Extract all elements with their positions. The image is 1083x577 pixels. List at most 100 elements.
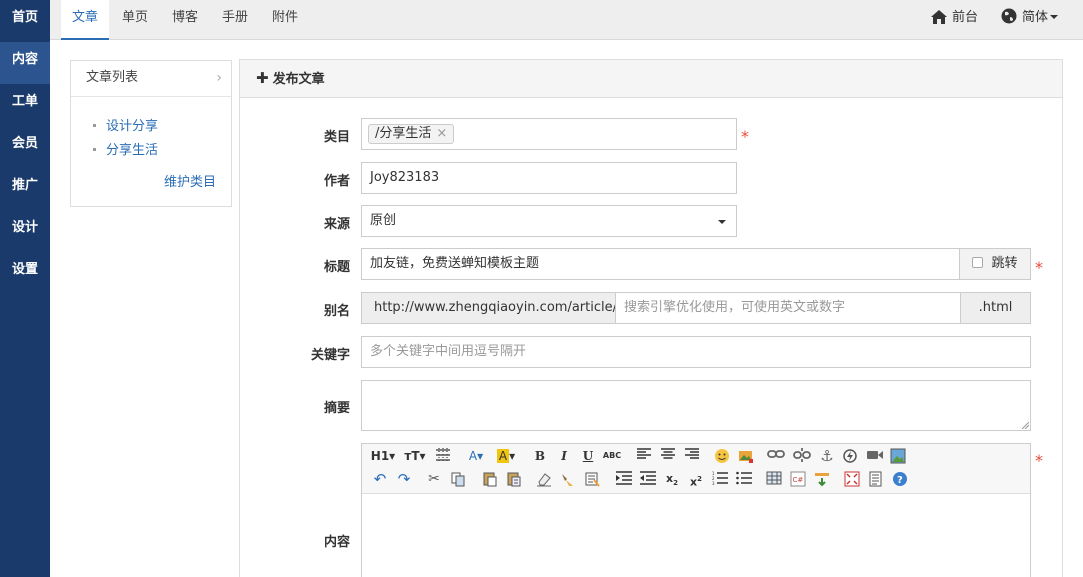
- italic-icon[interactable]: I: [554, 446, 574, 466]
- nav-tickets[interactable]: 工单: [0, 84, 50, 126]
- panel-header: ✚ 发布文章: [240, 60, 1062, 98]
- redo-icon[interactable]: ↷: [394, 469, 414, 489]
- plus-icon: ✚: [256, 69, 269, 87]
- format-brush-icon[interactable]: [558, 469, 578, 489]
- category-select[interactable]: /分享生活 ×: [361, 118, 737, 150]
- tab-pages[interactable]: 单页: [111, 0, 159, 40]
- insert-hr-icon[interactable]: [812, 469, 832, 489]
- superscript-icon[interactable]: x2: [686, 469, 706, 489]
- copy-icon[interactable]: [448, 469, 468, 489]
- tab-articles[interactable]: 文章: [61, 0, 110, 40]
- article-list-header[interactable]: 文章列表 ›: [71, 61, 231, 97]
- clear-format-icon[interactable]: [534, 469, 554, 489]
- category-label: 类目: [323, 130, 350, 145]
- alias-label: 别名: [323, 304, 350, 319]
- anchor-icon[interactable]: ⚓: [817, 446, 837, 466]
- alias-suffix: .html: [960, 292, 1031, 324]
- alias-prefix: http://www.zhengqiaoyin.com/article/id_: [361, 292, 616, 324]
- nav-promotion[interactable]: 推广: [0, 168, 50, 210]
- cut-icon[interactable]: ✂: [424, 469, 444, 489]
- align-right-icon[interactable]: [682, 446, 702, 466]
- subscript-icon[interactable]: x2: [662, 469, 682, 489]
- source-icon[interactable]: [866, 469, 886, 489]
- category-label: 分享生活: [106, 143, 159, 158]
- checkbox-icon[interactable]: [972, 257, 984, 268]
- outdent-icon[interactable]: [638, 469, 658, 489]
- content-label: 内容: [323, 535, 350, 550]
- fullscreen-icon[interactable]: [842, 469, 862, 489]
- category-link[interactable]: 设计分享: [93, 115, 158, 134]
- text-align-justify-icon[interactable]: [433, 446, 453, 466]
- unlink-icon[interactable]: [792, 446, 812, 466]
- insert-image-icon[interactable]: [736, 446, 756, 466]
- author-input[interactable]: Joy823183: [361, 162, 737, 194]
- maintain-categories-link[interactable]: 维护类目: [164, 171, 216, 190]
- help-icon[interactable]: ?: [890, 469, 910, 489]
- image-icon[interactable]: [888, 446, 908, 466]
- table-icon[interactable]: [764, 469, 784, 489]
- align-left-icon[interactable]: [634, 446, 654, 466]
- keywords-label: 关键字: [310, 348, 350, 363]
- source-value: 原创: [370, 213, 397, 228]
- home-icon: [931, 10, 947, 24]
- title-input[interactable]: 加友链，免费送蝉知模板主题: [361, 248, 960, 280]
- undo-icon[interactable]: ↶: [370, 469, 390, 489]
- flash-icon[interactable]: [840, 446, 860, 466]
- highlight-color-icon[interactable]: A ▾: [494, 446, 518, 466]
- summary-label: 摘要: [323, 401, 350, 416]
- tab-attachments[interactable]: 附件: [261, 0, 309, 40]
- tab-blog[interactable]: 博客: [161, 0, 209, 40]
- nav-design[interactable]: 设计: [0, 210, 50, 252]
- front-link[interactable]: 前台: [931, 0, 978, 36]
- code-icon[interactable]: C#: [788, 469, 808, 489]
- nav-home[interactable]: 首页: [0, 0, 50, 42]
- front-label: 前台: [952, 10, 979, 25]
- globe-icon: [1001, 8, 1017, 24]
- keywords-input[interactable]: 多个关键字中间用逗号隔开: [361, 336, 1031, 368]
- caret-down-icon: [718, 220, 726, 224]
- underline-icon[interactable]: U: [578, 446, 598, 466]
- align-center-icon[interactable]: [658, 446, 678, 466]
- top-bar: 文章 单页 博客 手册 附件 前台 简体: [50, 0, 1083, 40]
- paste-plain-icon[interactable]: [504, 469, 524, 489]
- bold-icon[interactable]: B: [530, 446, 550, 466]
- author-label: 作者: [323, 174, 350, 189]
- category-chip: /分享生活 ×: [368, 124, 455, 144]
- nav-content[interactable]: 内容: [0, 42, 50, 84]
- nav-settings[interactable]: 设置: [0, 252, 50, 294]
- alias-input[interactable]: 搜索引擎优化使用，可使用英文或数字: [615, 292, 961, 324]
- redirect-label: 跳转: [991, 256, 1018, 271]
- ordered-list-icon[interactable]: 123: [710, 469, 730, 489]
- heading-icon[interactable]: H1▾: [370, 446, 396, 466]
- remove-chip-icon[interactable]: ×: [436, 126, 447, 141]
- media-icon[interactable]: [865, 446, 885, 466]
- indent-icon[interactable]: [614, 469, 634, 489]
- language-switch[interactable]: 简体: [1001, 0, 1059, 36]
- tab-manual[interactable]: 手册: [211, 0, 259, 40]
- alias-placeholder: 搜索引擎优化使用，可使用英文或数字: [624, 300, 846, 315]
- quick-format-icon[interactable]: [582, 469, 602, 489]
- unordered-list-icon[interactable]: [734, 469, 754, 489]
- article-sidebar: 文章列表 › 设计分享 分享生活 维护类目: [70, 60, 232, 207]
- font-size-icon[interactable]: ᴛT▾: [403, 446, 427, 466]
- redirect-toggle[interactable]: 跳转: [959, 248, 1031, 280]
- language-label: 简体: [1022, 10, 1049, 25]
- emoticon-icon[interactable]: [712, 446, 732, 466]
- nav-members[interactable]: 会员: [0, 126, 50, 168]
- strikethrough-icon[interactable]: ABC: [602, 446, 622, 466]
- category-label: 设计分享: [106, 119, 159, 134]
- paste-icon[interactable]: [480, 469, 500, 489]
- resize-handle-icon[interactable]: [1022, 422, 1029, 429]
- editor-body[interactable]: [362, 494, 1030, 577]
- required-mark: *: [1035, 451, 1043, 470]
- chip-text: /分享生活: [375, 126, 432, 141]
- font-color-icon[interactable]: A▾: [465, 446, 487, 466]
- category-link[interactable]: 分享生活: [93, 139, 158, 158]
- svg-text:3: 3: [712, 481, 715, 485]
- bullet-icon: [93, 124, 96, 127]
- article-list-title: 文章列表: [86, 70, 139, 85]
- title-label: 标题: [323, 260, 350, 275]
- source-select[interactable]: 原创: [361, 205, 737, 237]
- link-icon[interactable]: [766, 446, 786, 466]
- summary-textarea[interactable]: [361, 380, 1031, 431]
